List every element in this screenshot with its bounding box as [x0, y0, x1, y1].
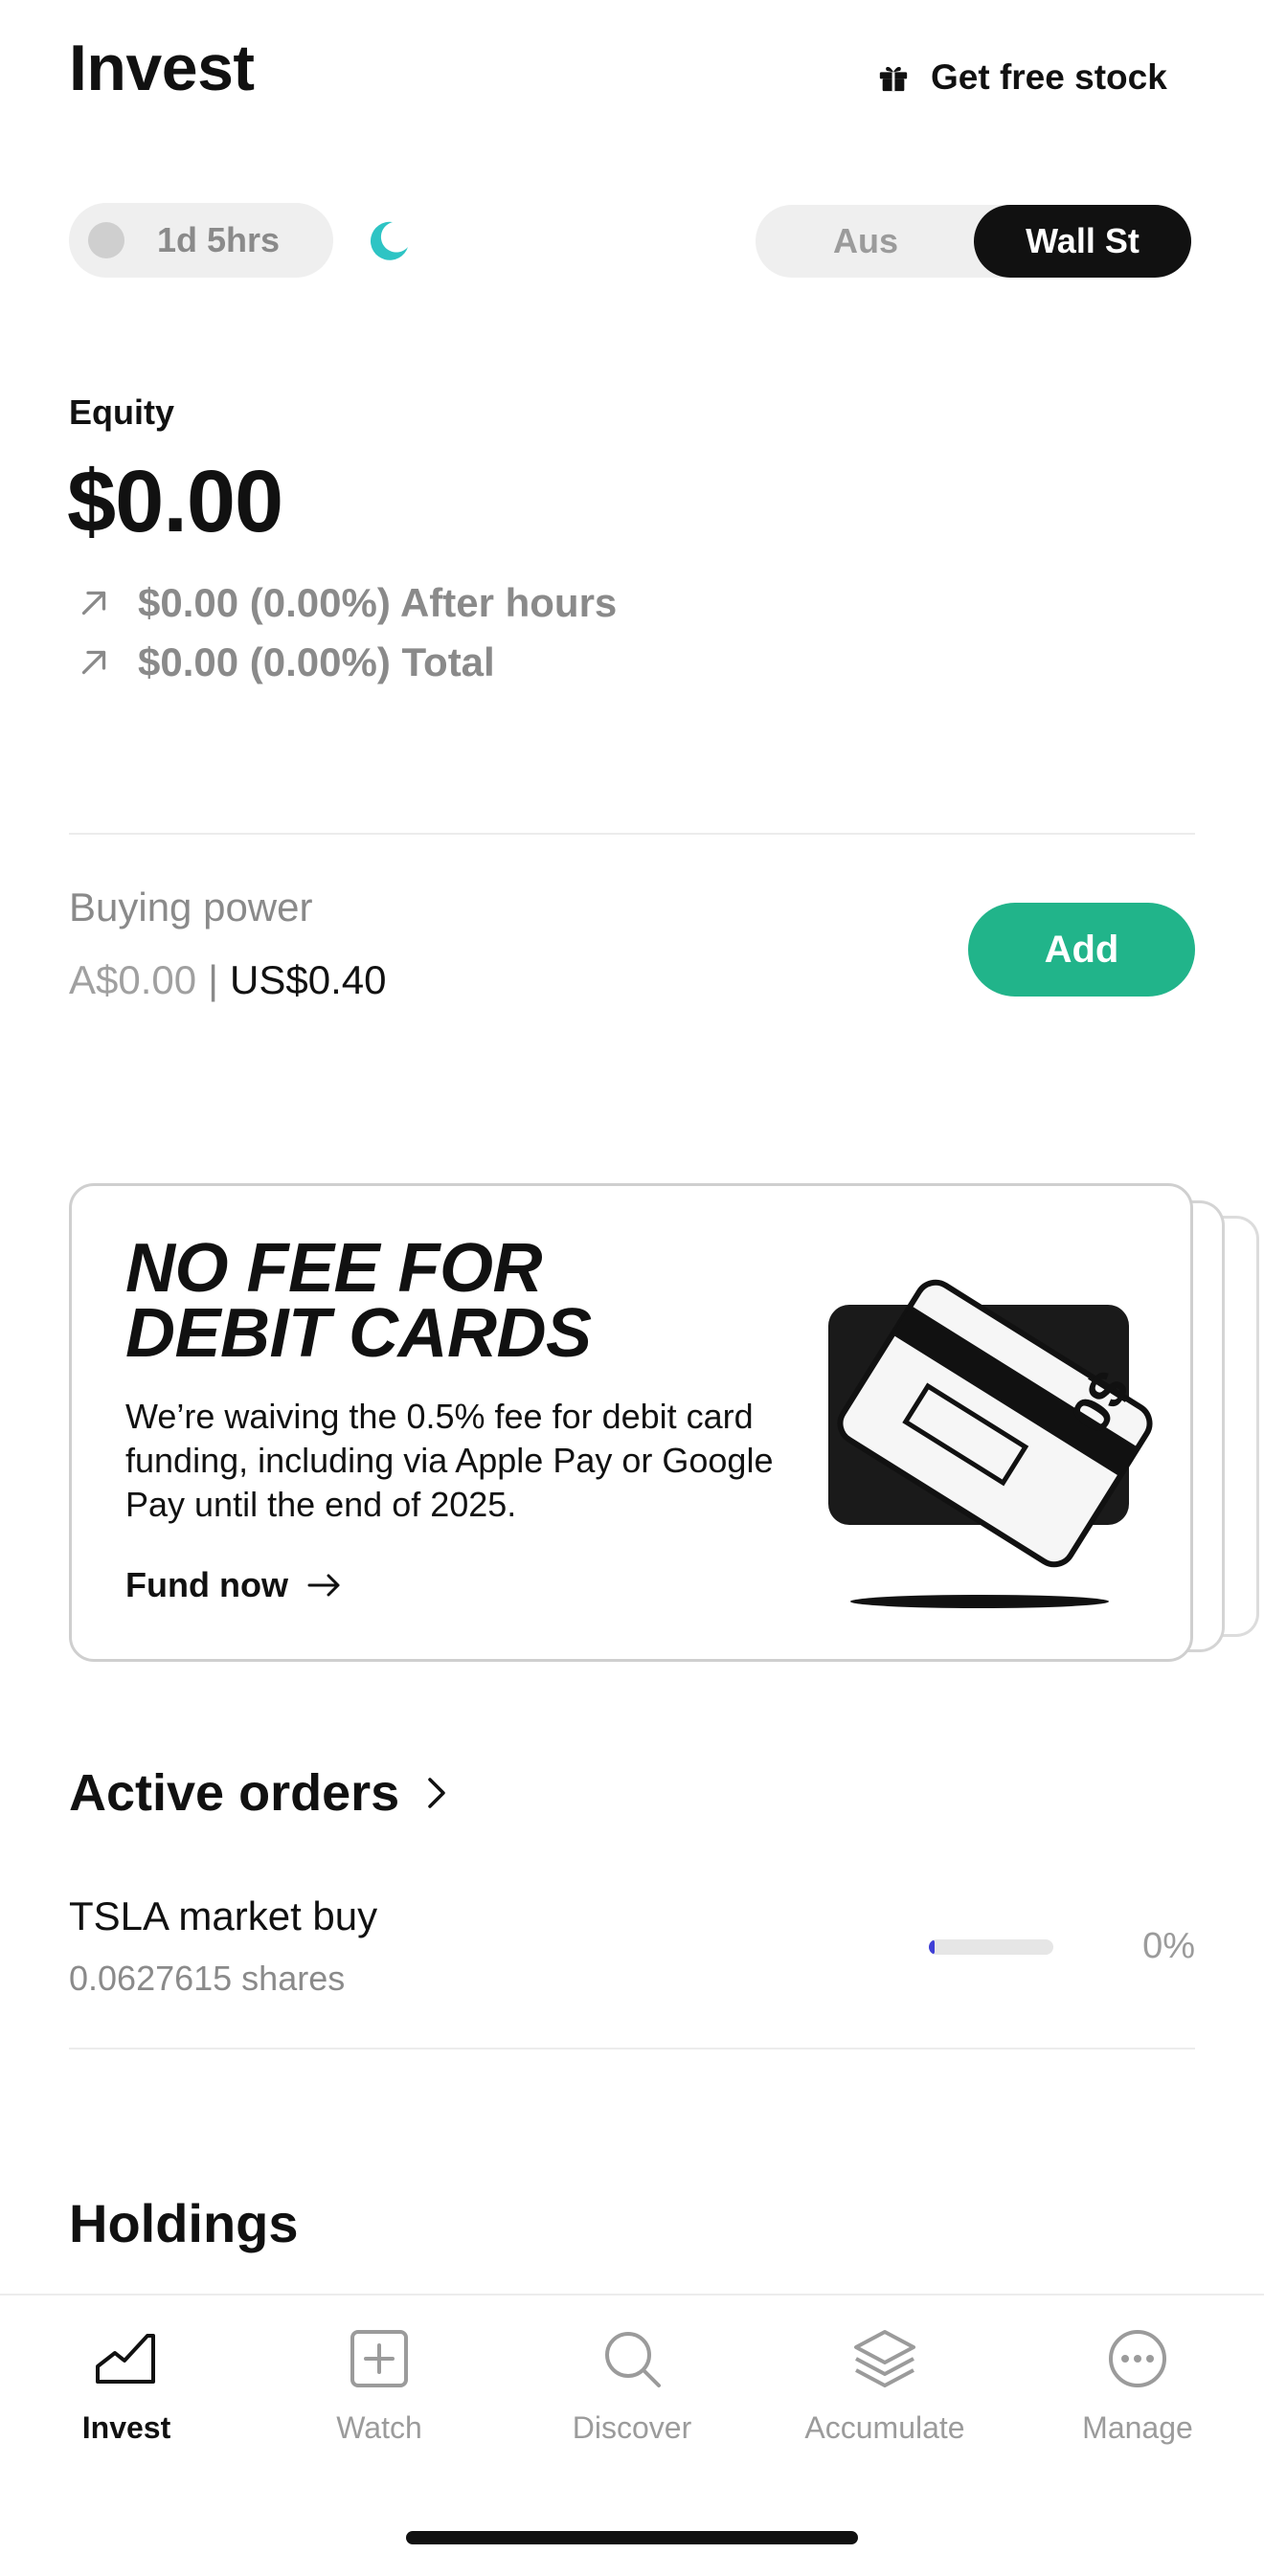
buying-power-aud: A$0.00 — [69, 957, 197, 1002]
search-icon — [605, 2332, 661, 2387]
arrow-right-icon — [307, 1574, 340, 1597]
promo-title-line2: DEBIT CARDS — [125, 1295, 592, 1372]
nav-label-manage: Manage — [1082, 2410, 1193, 2445]
equity-label: Equity — [69, 392, 175, 432]
market-option-wall-st[interactable]: Wall St — [974, 205, 1191, 278]
order-name[interactable]: TSLA market buy — [69, 1893, 377, 1939]
total-change: $0.00 (0.00%) Total — [138, 639, 495, 684]
layers-icon — [854, 2330, 915, 2387]
buying-power-label: Buying power — [69, 885, 313, 930]
after-hours-change: $0.00 (0.00%) After hours — [138, 580, 618, 625]
fund-now-label: Fund now — [125, 1565, 288, 1604]
nav-item-discover[interactable]: Discover — [506, 2324, 758, 2468]
active-orders-title: Active orders — [69, 1764, 400, 1822]
nav-label-watch: Watch — [336, 2410, 422, 2445]
buying-power-usd: US$0.40 — [230, 957, 387, 1002]
nav-label-discover: Discover — [572, 2410, 692, 2445]
add-funds-button[interactable]: Add — [968, 903, 1195, 997]
nav-item-invest[interactable]: Invest — [0, 2324, 253, 2468]
nav-item-accumulate[interactable]: Accumulate — [758, 2324, 1011, 2468]
session-timer-pill[interactable]: 1d 5hrs — [69, 203, 333, 278]
arrow-up-right-icon — [81, 591, 106, 616]
arrow-up-right-icon — [81, 650, 106, 675]
total-change-row: $0.00 (0.00%) Total — [77, 636, 495, 689]
session-status-dot — [88, 222, 124, 258]
holdings-title: Holdings — [69, 2193, 299, 2253]
debit-card-illustration: $0 — [828, 1279, 1153, 1608]
buying-power-values: A$0.00 | US$0.40 — [69, 957, 387, 1003]
divider — [69, 2048, 1195, 2050]
equity-value: $0.00 — [67, 453, 283, 550]
order-shares: 0.0627615 shares — [69, 1959, 346, 1998]
more-icon — [1109, 2330, 1166, 2387]
order-progress-fill — [929, 1939, 935, 1955]
nav-label-accumulate: Accumulate — [804, 2410, 965, 2445]
promo-title: NO FEE FOR DEBIT CARDS — [125, 1230, 796, 1372]
nav-item-manage[interactable]: Manage — [1011, 2324, 1264, 2468]
promo-body: We’re waiving the 0.5% fee for debit car… — [125, 1397, 774, 1524]
page-title: Invest — [69, 32, 255, 104]
fund-now-link[interactable]: Fund now — [125, 1565, 342, 1605]
buying-power-separator: | — [208, 957, 219, 1002]
plus-square-icon — [350, 2330, 408, 2387]
nav-label-invest: Invest — [81, 2410, 171, 2445]
promo-card[interactable]: NO FEE FOR DEBIT CARDS We’re waiving the… — [69, 1183, 1193, 1662]
chevron-right-icon — [428, 1778, 445, 1808]
market-option-aus[interactable]: Aus — [756, 205, 976, 278]
moon-icon — [370, 221, 408, 260]
divider — [69, 833, 1195, 835]
chart-icon — [96, 2334, 155, 2384]
get-free-stock-button[interactable]: Get free stock — [877, 54, 1167, 101]
session-time-label: 1d 5hrs — [157, 220, 281, 259]
nav-item-watch[interactable]: Watch — [253, 2324, 506, 2468]
order-progress-percent: 0% — [1142, 1926, 1195, 1966]
after-hours-change-row: $0.00 (0.00%) After hours — [77, 576, 617, 630]
promo-title-line1: NO FEE FOR — [125, 1230, 543, 1307]
active-orders-header[interactable]: Active orders — [69, 1759, 449, 1826]
get-free-stock-label: Get free stock — [931, 57, 1167, 97]
market-toggle: Aus Wall St — [756, 205, 1191, 278]
order-progress-bar — [929, 1939, 1053, 1955]
gift-icon — [879, 66, 908, 92]
home-indicator — [406, 2531, 858, 2544]
